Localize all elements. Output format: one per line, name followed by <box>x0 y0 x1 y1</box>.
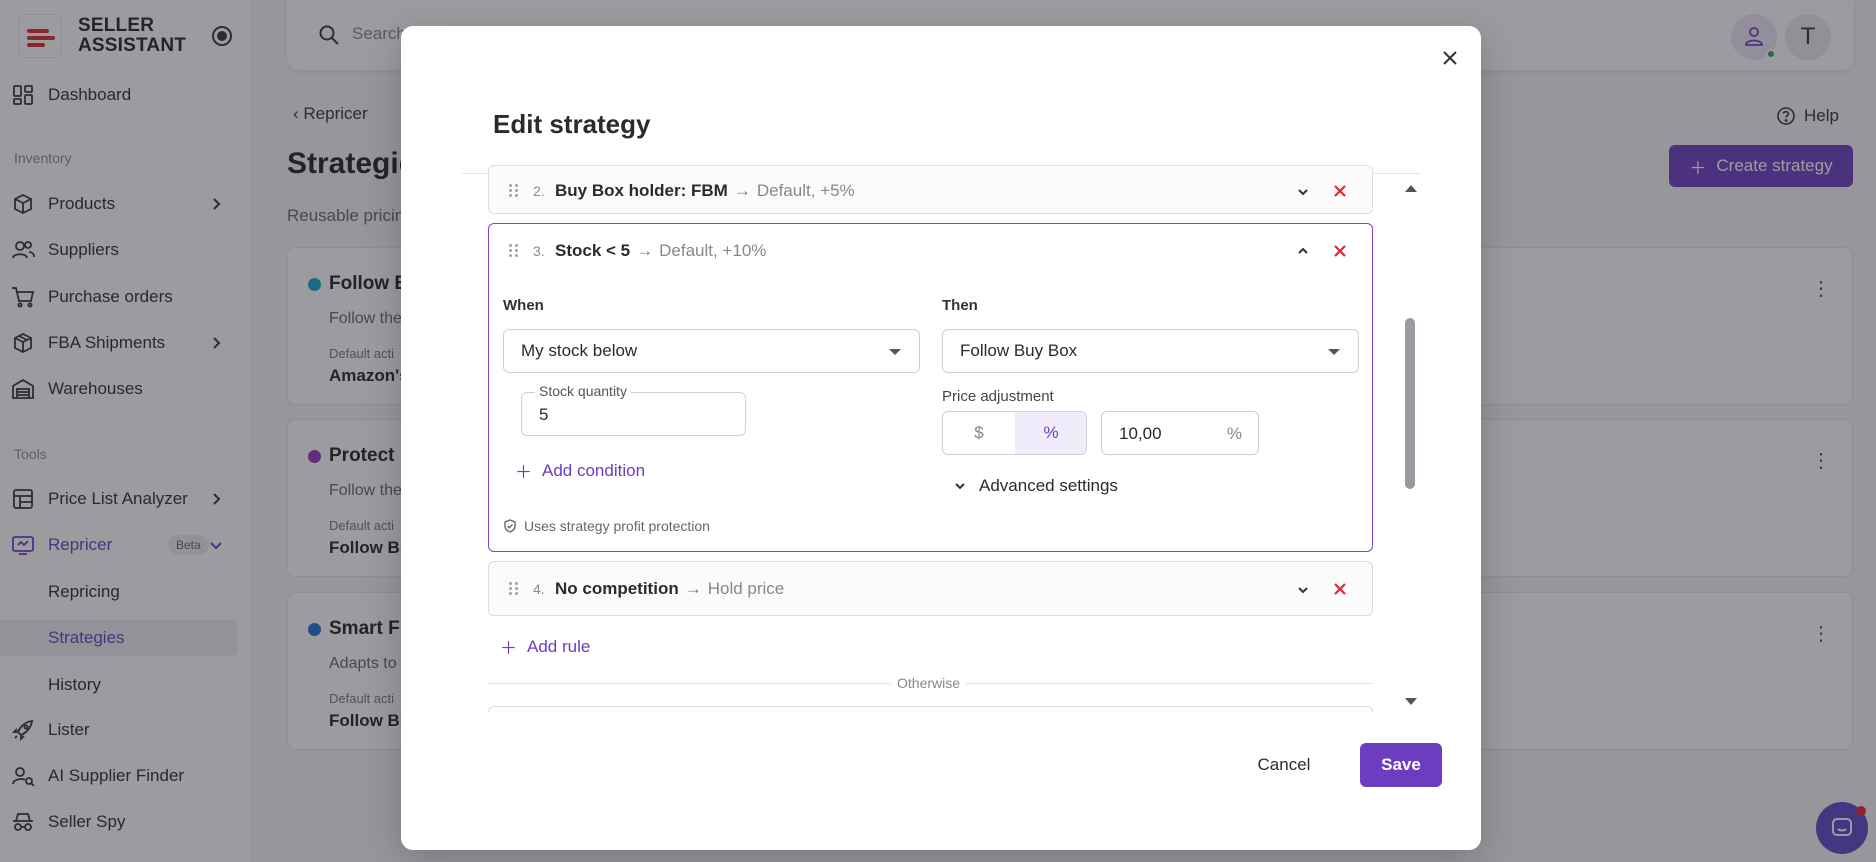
delete-rule-icon[interactable] <box>1333 244 1347 263</box>
rule-summary[interactable]: Stock < 5 → Default, +10% <box>555 241 766 261</box>
adjustment-unit-toggle: $ % <box>942 411 1087 455</box>
unit-percent-option[interactable]: % <box>1015 412 1086 454</box>
add-condition-button[interactable]: ＋ Add condition <box>515 458 645 483</box>
then-label: Then <box>942 297 978 314</box>
caret-down-icon <box>889 349 901 355</box>
rule-row[interactable]: 2. Buy Box holder: FBM → Default, +5% <box>488 165 1373 214</box>
save-button[interactable]: Save <box>1360 743 1442 787</box>
when-condition-select[interactable]: My stock below <box>503 329 920 373</box>
otherwise-label: Otherwise <box>891 675 967 691</box>
chevron-down-icon[interactable] <box>1296 583 1310 602</box>
scrollbar-thumb[interactable] <box>1405 318 1415 489</box>
rule-summary: No competition → Hold price <box>555 579 785 598</box>
unit-dollar-option[interactable]: $ <box>943 412 1015 454</box>
then-action-select[interactable]: Follow Buy Box <box>942 329 1359 373</box>
cancel-button[interactable]: Cancel <box>1240 743 1328 787</box>
shield-check-icon <box>504 519 516 533</box>
rule-number: 4. <box>533 581 545 597</box>
chevron-up-icon[interactable] <box>1296 244 1310 263</box>
drag-handle-icon[interactable] <box>509 244 519 260</box>
delete-rule-icon[interactable] <box>1333 582 1347 601</box>
stock-quantity-label: Stock quantity <box>535 383 631 399</box>
chevron-down-icon <box>955 483 965 490</box>
rule-number: 2. <box>533 183 545 199</box>
caret-down-icon <box>1328 349 1340 355</box>
scroll-down-icon[interactable] <box>1404 694 1418 712</box>
stock-quantity-value: 5 <box>539 405 549 424</box>
rule-row[interactable]: 4. No competition → Hold price <box>488 561 1373 616</box>
drag-handle-icon[interactable] <box>509 184 519 200</box>
profit-protection-note: Uses strategy profit protection <box>503 518 710 534</box>
default-rule-row[interactable] <box>488 706 1373 712</box>
chevron-down-icon[interactable] <box>1296 185 1310 204</box>
adjustment-value-input[interactable]: 10,00 % <box>1101 411 1259 455</box>
add-rule-button[interactable]: ＋ Add rule <box>500 634 590 659</box>
advanced-settings-toggle[interactable]: Advanced settings <box>953 476 1118 496</box>
modal-title: Edit strategy <box>493 109 651 139</box>
delete-rule-icon[interactable] <box>1333 184 1347 203</box>
rule-summary: Buy Box holder: FBM → Default, +5% <box>555 181 855 200</box>
price-adjustment-label: Price adjustment <box>942 388 1054 405</box>
scroll-up-icon[interactable] <box>1404 180 1418 198</box>
drag-handle-icon[interactable] <box>509 582 519 598</box>
plus-icon: ＋ <box>515 463 532 482</box>
close-icon[interactable] <box>1438 46 1462 70</box>
rule-number: 3. <box>533 243 545 259</box>
plus-icon: ＋ <box>500 639 517 658</box>
when-label: When <box>503 297 544 314</box>
